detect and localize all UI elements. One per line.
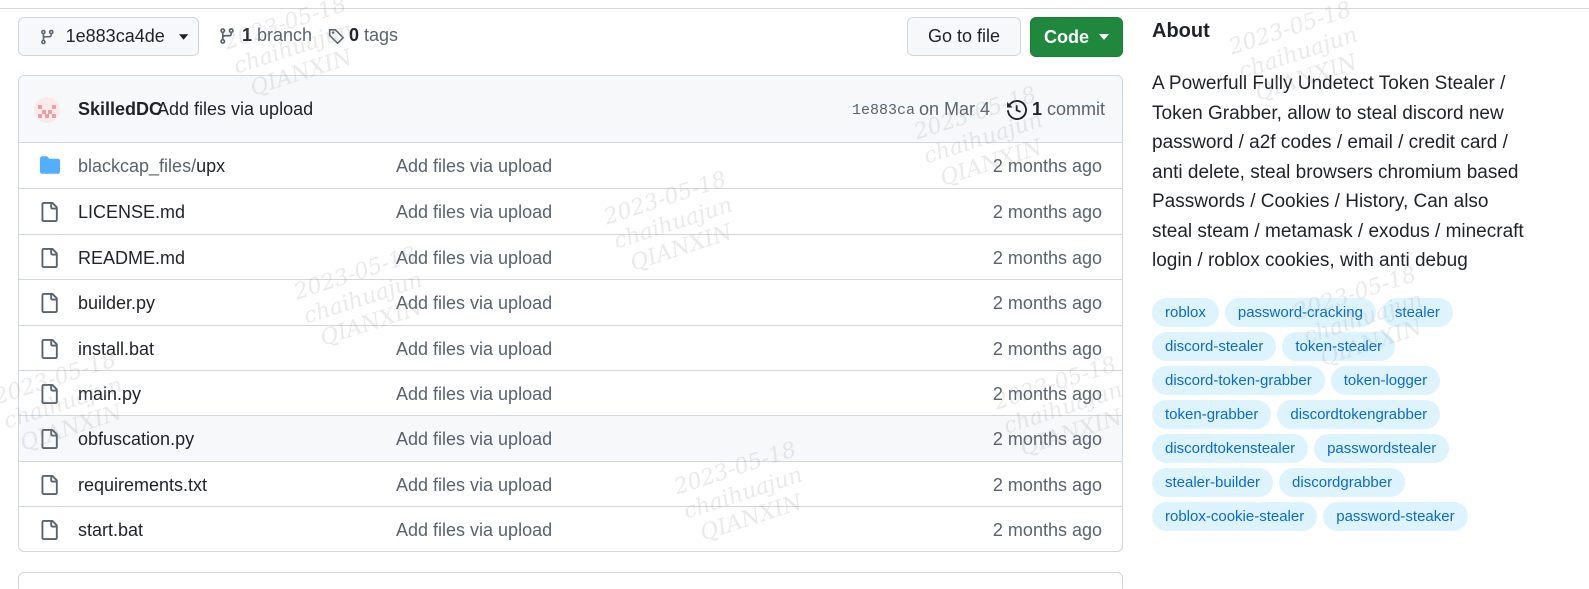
commits-history-link[interactable]: 1 commit [1007,99,1105,120]
topic-tag[interactable]: stealer-builder [1152,467,1274,497]
folder-path-prefix: blackcap_files/ [78,156,197,176]
commit-count: 1 [1032,99,1043,119]
identicon-icon [38,105,56,118]
file-age: 2 months ago [992,474,1102,495]
topic-tag[interactable]: discord-token-grabber [1152,365,1325,395]
table-row[interactable]: README.md Add files via upload 2 months … [19,233,1122,279]
git-branch-icon [41,29,54,44]
file-commit-message[interactable]: Add files via upload [396,156,552,177]
table-row[interactable]: requirements.txt Add files via upload 2 … [19,460,1122,506]
folder-icon [40,156,60,174]
file-commit-message[interactable]: Add files via upload [396,202,552,223]
file-rows: blackcap_files/upx Add files via upload … [19,143,1122,551]
tag-count: 0 [349,25,360,45]
topic-tag[interactable]: password-steaker [1323,501,1468,531]
commit-author-link[interactable]: SkilledDC [78,99,162,120]
file-commit-message[interactable]: Add files via upload [396,339,552,360]
file-age: 2 months ago [992,429,1102,450]
topic-tag[interactable]: token-logger [1330,365,1441,395]
caret-down-icon [1099,34,1109,40]
code-button[interactable]: Code [1030,17,1123,57]
topic-tag[interactable]: passwordstealer [1314,433,1450,463]
readme-box [18,572,1123,589]
file-commit-message[interactable]: Add files via upload [396,520,552,541]
tag-label: tags [364,25,399,45]
file-icon [41,474,58,495]
about-title: About [1152,20,1210,42]
file-commit-message[interactable]: Add files via upload [396,248,552,269]
file-name-link[interactable]: install.bat [78,339,154,360]
file-list-box: SkilledDC Add files via upload 1e883ca o… [18,75,1123,552]
commit-date: on Mar 4 [919,99,991,119]
branch-selector-button[interactable]: 1e883ca4de [18,17,199,56]
file-icon [41,247,58,268]
file-name-link[interactable]: blackcap_files/upx [78,156,225,177]
branches-link[interactable]: 1 branch [218,25,312,46]
tags-link[interactable]: 0 tags [328,25,398,46]
commit-message-link[interactable]: Add files via upload [157,99,313,120]
repo-toolbar: 1e883ca4de 1 branch 0 tags Go to file Co… [18,17,1123,57]
file-name-link[interactable]: builder.py [78,293,155,314]
file-age: 2 months ago [992,383,1102,404]
file-icon [41,202,58,223]
latest-commit-bar: SkilledDC Add files via upload 1e883ca o… [19,76,1122,143]
commit-count-label: commit [1047,99,1106,119]
branch-count: 1 [242,25,253,45]
topic-tag[interactable]: discordgrabber [1279,467,1406,497]
file-commit-message[interactable]: Add files via upload [396,475,552,496]
file-name-link[interactable]: main.py [78,384,141,405]
table-row[interactable]: LICENSE.md Add files via upload 2 months… [19,188,1122,233]
file-age: 2 months ago [992,520,1102,541]
table-row[interactable]: main.py Add files via upload 2 months ag… [19,369,1122,415]
file-commit-message[interactable]: Add files via upload [396,429,552,450]
commit-sha-link[interactable]: 1e883ca [852,102,915,119]
file-commit-message[interactable]: Add files via upload [396,384,552,405]
file-icon [41,338,58,359]
topic-tag[interactable]: token-stealer [1282,331,1396,361]
history-icon [1007,99,1027,120]
file-icon [41,429,58,450]
git-branch-icon [220,27,234,44]
file-icon [41,383,58,404]
topic-tag[interactable]: password-cracking [1224,297,1376,327]
table-row[interactable]: install.bat Add files via upload 2 month… [19,324,1122,370]
file-age: 2 months ago [992,338,1102,359]
branch-name: 1e883ca4de [65,26,165,46]
file-age: 2 months ago [992,293,1102,314]
about-panel: About A Powerfull Fully Undetect Token S… [1152,20,1532,531]
file-name-link[interactable]: README.md [78,248,185,269]
topic-tag[interactable]: roblox-cookie-stealer [1152,501,1318,531]
topic-tag[interactable]: discord-stealer [1152,331,1277,361]
caret-down-icon [178,33,188,40]
file-icon [41,520,58,541]
table-row[interactable]: obfuscation.py Add files via upload 2 mo… [19,415,1122,461]
topic-tag[interactable]: discordtokenstealer [1152,433,1309,463]
file-age: 2 months ago [992,247,1102,268]
file-age: 2 months ago [992,202,1102,223]
go-to-file-button[interactable]: Go to file [907,17,1021,56]
folder-name: upx [196,156,226,176]
topic-tag[interactable]: roblox [1152,297,1219,327]
about-description: A Powerfull Fully Undetect Token Stealer… [1152,73,1524,271]
top-divider [0,8,1589,9]
file-icon [41,293,58,314]
file-name-link[interactable]: LICENSE.md [78,202,185,223]
code-label: Code [1044,26,1089,47]
table-row[interactable]: start.bat Add files via upload 2 months … [19,506,1122,551]
topic-tag[interactable]: token-grabber [1152,399,1272,429]
table-row[interactable]: builder.py Add files via upload 2 months… [19,279,1122,324]
file-name-link[interactable]: start.bat [78,520,143,541]
file-name-link[interactable]: requirements.txt [78,475,207,496]
avatar[interactable] [34,97,60,123]
branch-label: branch [257,25,313,45]
topic-tag[interactable]: discordtokengrabber [1277,399,1441,429]
topic-list: roblox password-cracking stealer discord… [1152,297,1492,531]
topic-tag[interactable]: stealer [1381,297,1453,327]
tag-icon [328,28,345,44]
file-name-link[interactable]: obfuscation.py [78,429,194,450]
file-commit-message[interactable]: Add files via upload [396,293,552,314]
file-age: 2 months ago [992,156,1102,176]
table-row[interactable]: blackcap_files/upx Add files via upload … [19,143,1122,188]
